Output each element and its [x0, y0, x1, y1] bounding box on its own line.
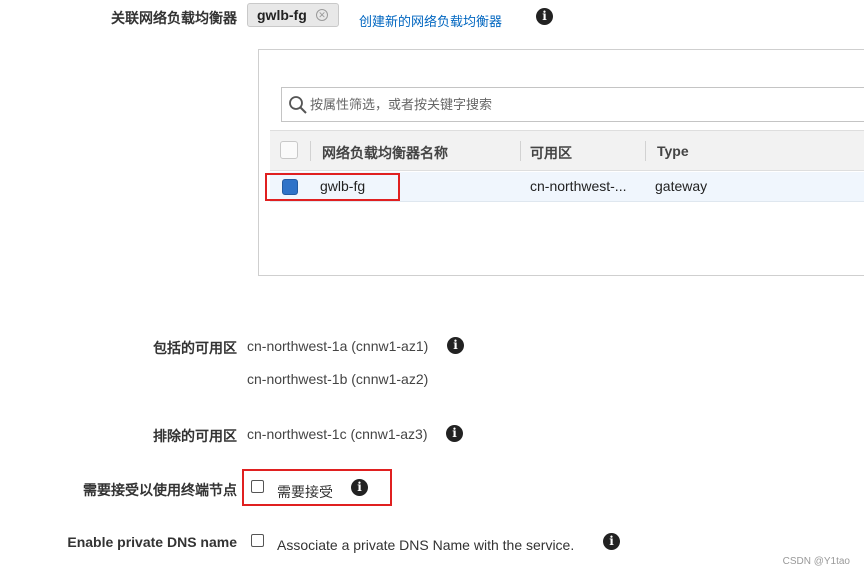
- gwlb-chip-text: gwlb-fg: [257, 7, 307, 23]
- dns-checkbox[interactable]: [251, 534, 264, 547]
- info-icon[interactable]: i: [446, 425, 463, 442]
- included-az-value: cn-northwest-1b (cnnw1-az2): [247, 371, 429, 387]
- info-icon[interactable]: i: [603, 533, 620, 550]
- column-divider: [520, 141, 521, 161]
- dns-checkbox-label[interactable]: Associate a private DNS Name with the se…: [277, 537, 574, 553]
- info-icon[interactable]: i: [536, 8, 553, 25]
- info-icon[interactable]: i: [447, 337, 464, 354]
- remove-chip-icon[interactable]: ✕: [316, 9, 328, 21]
- gwlb-chip[interactable]: gwlb-fg ✕: [247, 3, 339, 27]
- watermark: CSDN @Y1tao: [782, 556, 850, 567]
- row-az-cell: cn-northwest-...: [530, 178, 627, 194]
- search-input[interactable]: [310, 88, 864, 121]
- dns-label: Enable private DNS name: [67, 534, 237, 550]
- excluded-az-label: 排除的可用区: [153, 428, 237, 444]
- row-type-cell: gateway: [655, 178, 708, 194]
- table-header: 网络负载均衡器名称 可用区 Type: [270, 130, 864, 171]
- select-all-checkbox[interactable]: [280, 141, 298, 159]
- highlight-box-acceptance: [242, 469, 392, 506]
- column-divider: [310, 141, 311, 161]
- gwlb-label: 关联网络负载均衡器: [111, 10, 237, 26]
- search-box[interactable]: [281, 87, 864, 122]
- column-header-type[interactable]: Type: [657, 143, 689, 159]
- column-header-az[interactable]: 可用区: [530, 143, 572, 163]
- create-nlb-link[interactable]: 创建新的网络负载均衡器: [359, 11, 502, 30]
- acceptance-label: 需要接受以使用终端节点: [83, 482, 237, 498]
- included-az-value: cn-northwest-1a (cnnw1-az1): [247, 338, 429, 354]
- highlight-box-selected-row: [265, 173, 400, 201]
- column-divider: [645, 141, 646, 161]
- included-az-label: 包括的可用区: [153, 340, 237, 356]
- excluded-az-value: cn-northwest-1c (cnnw1-az3): [247, 426, 428, 442]
- search-icon: [289, 96, 307, 114]
- column-header-name[interactable]: 网络负载均衡器名称: [322, 143, 448, 163]
